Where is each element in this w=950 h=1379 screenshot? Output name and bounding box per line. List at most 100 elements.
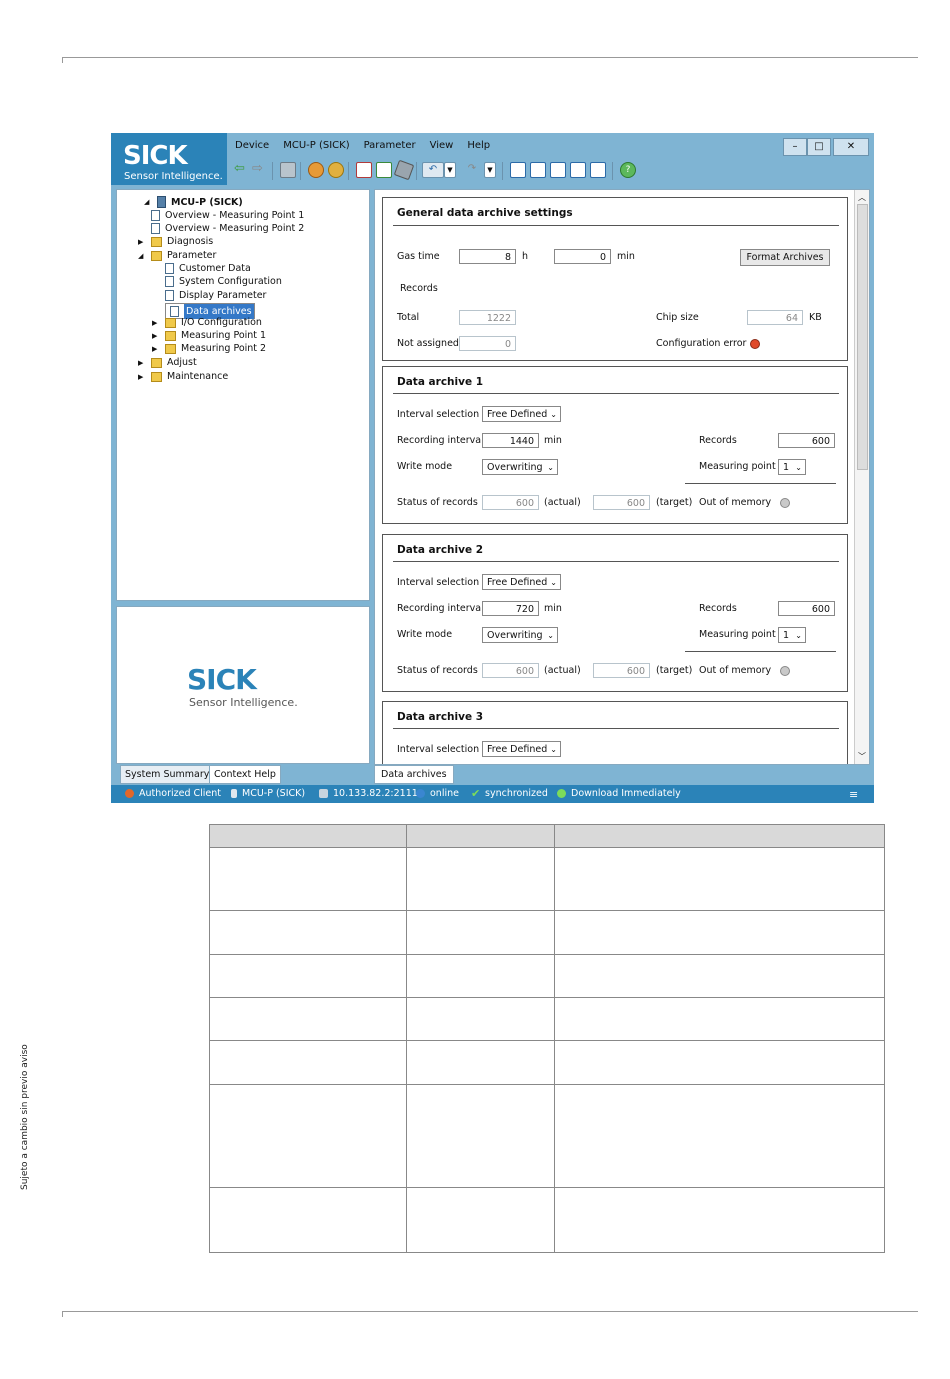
menu-lines-icon[interactable]: ≡ [849, 788, 858, 801]
folder-icon [151, 371, 162, 382]
chevron-down-icon: ⌄ [547, 463, 554, 472]
interval-selection-dropdown[interactable]: Free Defined ⌄ [482, 574, 561, 590]
document-icon [151, 223, 160, 234]
out-of-memory-indicator-icon [780, 666, 790, 676]
tab-context-help[interactable]: Context Help [209, 765, 281, 784]
redo-dropdown-icon[interactable]: ▼ [484, 162, 496, 178]
menu-device[interactable]: Device [228, 137, 276, 157]
expand-arrow-icon[interactable]: ▶ [138, 373, 143, 381]
format-archives-button[interactable]: Format Archives [740, 249, 830, 266]
gas-time-hours-input[interactable]: 8 [459, 249, 516, 264]
target-label: (target) [656, 497, 693, 508]
tree-item[interactable]: ▶ I/O Configuration [152, 317, 262, 328]
menu-help[interactable]: Help [460, 137, 497, 157]
user-icon[interactable] [328, 162, 344, 178]
gas-time-minutes-input[interactable]: 0 [554, 249, 611, 264]
device-icon [231, 789, 237, 798]
layout-four-icon[interactable] [590, 162, 606, 178]
tree-item[interactable]: Customer Data [165, 263, 251, 274]
measuring-point-value: 1 [783, 630, 790, 641]
group-title: Data archive 2 [397, 544, 484, 556]
status-of-records-label: Status of records [397, 497, 478, 508]
undo-dropdown-icon[interactable]: ▼ [444, 162, 456, 178]
tree-item-label: Measuring Point 1 [181, 330, 267, 341]
minutes-unit: min [617, 251, 635, 262]
tree-item[interactable]: Overview - Measuring Point 1 [151, 210, 304, 221]
tree-item[interactable]: System Configuration [165, 276, 282, 287]
tree-item[interactable]: ▶ Adjust [138, 357, 197, 368]
interval-selection-dropdown[interactable]: Free Defined ⌄ [482, 406, 561, 422]
actual-records-value: 600 [482, 663, 539, 678]
records-label: Records [699, 603, 737, 614]
tree-item[interactable]: Display Parameter [165, 290, 266, 301]
tree-item[interactable]: ▶ Measuring Point 1 [152, 330, 267, 341]
measuring-point-dropdown[interactable]: 1 ⌄ [778, 459, 806, 475]
menu-mcu-p[interactable]: MCU-P (SICK) [276, 137, 356, 157]
vertical-scrollbar[interactable]: ︿ ﹀ [854, 190, 869, 764]
back-arrow-icon[interactable]: ⇦ [234, 162, 248, 176]
folder-icon [151, 250, 162, 261]
table-row [209, 1084, 884, 1085]
interval-selection-dropdown[interactable]: Free Defined ⌄ [482, 741, 561, 757]
minutes-unit: min [544, 603, 562, 614]
tree-item[interactable]: ▶ Measuring Point 2 [152, 343, 266, 354]
group-title: General data archive settings [397, 207, 573, 219]
menu-parameter[interactable]: Parameter [357, 137, 423, 157]
status-of-records-label: Status of records [397, 665, 478, 676]
status-bar: Authorized Client MCU-P (SICK) 10.133.82… [111, 785, 874, 803]
records-input[interactable]: 600 [778, 433, 835, 448]
status-device: MCU-P (SICK) [242, 788, 306, 799]
undo-icon[interactable]: ↶ [422, 162, 444, 178]
scrollbar-thumb[interactable] [857, 204, 868, 470]
folder-icon [165, 330, 176, 341]
close-button[interactable]: ✕ [833, 138, 869, 156]
records-input[interactable]: 600 [778, 601, 835, 616]
minimize-button[interactable]: – [783, 138, 807, 156]
side-note: Sujeto a cambio sin previo aviso [20, 1044, 30, 1190]
collapse-arrow-icon[interactable]: ◢ [138, 252, 143, 260]
collapse-arrow-icon[interactable]: ◢ [144, 198, 149, 206]
write-mode-dropdown[interactable]: Overwriting ⌄ [482, 459, 558, 475]
tab-data-archives[interactable]: Data archives [374, 765, 454, 784]
expand-arrow-icon[interactable]: ▶ [138, 359, 143, 367]
layout-single-icon[interactable] [510, 162, 526, 178]
help-icon[interactable]: ? [620, 162, 636, 178]
tree-item[interactable]: ◢ Parameter [138, 250, 216, 261]
expand-arrow-icon[interactable]: ▶ [152, 319, 157, 327]
expand-arrow-icon[interactable]: ▶ [152, 345, 157, 353]
toolbar: ⇦ ⇨ ↶ ▼ ↷ ▼ ? [228, 159, 868, 183]
recording-interval-input[interactable]: 1440 [482, 433, 539, 448]
tree-item[interactable]: ▶ Diagnosis [138, 236, 213, 247]
records-label: Records [699, 435, 737, 446]
menu-view[interactable]: View [423, 137, 461, 157]
tab-system-summary[interactable]: System Summary [120, 765, 215, 784]
measuring-point-label: Measuring point [699, 629, 776, 640]
redo-icon[interactable]: ↷ [462, 162, 482, 176]
layout-three-icon[interactable] [570, 162, 586, 178]
export-icon[interactable] [376, 162, 392, 178]
expand-arrow-icon[interactable]: ▶ [138, 238, 143, 246]
status-download: Download Immediately [571, 788, 681, 799]
write-mode-dropdown[interactable]: Overwriting ⌄ [482, 627, 558, 643]
total-label: Total [397, 312, 420, 323]
maximize-button[interactable]: □ [807, 138, 831, 156]
help-logo-tagline: Sensor Intelligence. [189, 696, 298, 709]
measuring-point-dropdown[interactable]: 1 ⌄ [778, 627, 806, 643]
pdf-icon[interactable] [356, 162, 372, 178]
edit-icon[interactable] [393, 159, 415, 181]
recording-interval-input[interactable]: 720 [482, 601, 539, 616]
layout-vertical-icon[interactable] [550, 162, 566, 178]
interval-selection-label: Interval selection [397, 744, 480, 755]
tree-item[interactable]: ◢ MCU-P (SICK) [144, 196, 243, 208]
tree-item-label: Customer Data [179, 263, 251, 274]
chip-size-value: 64 [747, 310, 803, 325]
connect-icon[interactable] [308, 162, 324, 178]
tree-item[interactable]: Overview - Measuring Point 2 [151, 223, 304, 234]
forward-arrow-icon[interactable]: ⇨ [252, 162, 266, 176]
print-icon[interactable] [280, 162, 296, 178]
user-icon [125, 789, 134, 798]
layout-horizontal-icon[interactable] [530, 162, 546, 178]
expand-arrow-icon[interactable]: ▶ [152, 332, 157, 340]
interval-selection-value: Free Defined [487, 744, 548, 755]
tree-item[interactable]: ▶ Maintenance [138, 371, 228, 382]
